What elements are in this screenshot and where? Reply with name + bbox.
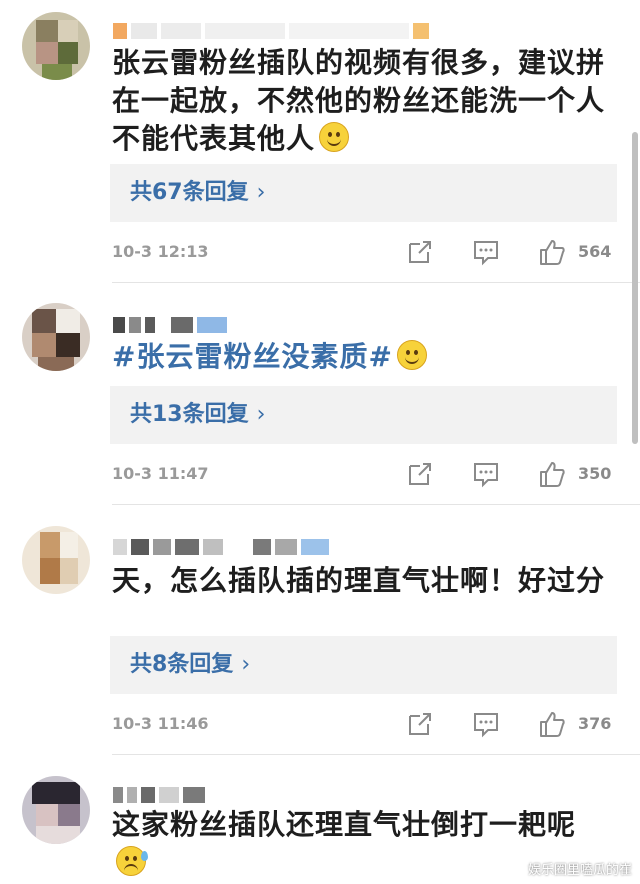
- scrollbar[interactable]: [632, 132, 638, 444]
- replies-label: 共13条回复: [130, 402, 249, 427]
- sweat-emoji-icon: [116, 846, 148, 876]
- divider: [112, 504, 640, 505]
- timestamp: 10-3 12:13: [112, 242, 209, 261]
- share-icon[interactable]: [406, 238, 434, 266]
- comment-text-content: 这家粉丝插队还理直气壮倒打一耙呢: [112, 808, 577, 841]
- share-icon[interactable]: [406, 710, 434, 738]
- comment-text: 张云雷粉丝插队的视频有很多，建议拼在一起放，不然他的粉丝还能洗一个人不能代表其他…: [112, 44, 612, 158]
- comment-icon[interactable]: [472, 238, 500, 266]
- smile-emoji-icon: [319, 122, 350, 152]
- avatar[interactable]: [22, 776, 90, 844]
- comment-meta: 10-3 11:47 350: [112, 460, 622, 490]
- smile-emoji-icon: [396, 340, 427, 370]
- like-count: 564: [578, 242, 612, 261]
- thumbs-up-icon[interactable]: [538, 238, 566, 266]
- username-blurred[interactable]: [113, 314, 227, 336]
- avatar[interactable]: [22, 12, 90, 80]
- username-blurred[interactable]: [113, 20, 429, 42]
- replies-button[interactable]: 共67条回复 ›: [110, 164, 617, 222]
- timestamp: 10-3 11:46: [112, 714, 209, 733]
- thumbs-up-icon[interactable]: [538, 460, 566, 488]
- thumbs-up-icon[interactable]: [538, 710, 566, 738]
- share-icon[interactable]: [406, 460, 434, 488]
- like-count: 376: [578, 714, 612, 733]
- divider: [112, 282, 640, 283]
- avatar[interactable]: [22, 303, 90, 371]
- replies-label: 共67条回复: [130, 180, 249, 205]
- watermark: 娱乐圈里嗑瓜的崔: [527, 863, 632, 878]
- timestamp: 10-3 11:47: [112, 464, 209, 483]
- comment-text-content: 天，怎么插队插的理直气壮啊！好过分: [112, 564, 606, 597]
- replies-label: 共8条回复: [130, 652, 234, 677]
- chevron-right-icon: ›: [256, 180, 266, 205]
- hashtag-link[interactable]: #张云雷粉丝没素质#: [112, 340, 393, 373]
- like-count: 350: [578, 464, 612, 483]
- comment-icon[interactable]: [472, 460, 500, 488]
- comment-text: 天，怎么插队插的理直气壮啊！好过分: [112, 562, 612, 600]
- username-blurred[interactable]: [113, 784, 205, 806]
- replies-button[interactable]: 共13条回复 ›: [110, 386, 617, 444]
- replies-button[interactable]: 共8条回复 ›: [110, 636, 617, 694]
- comment-meta: 10-3 12:13 564: [112, 238, 622, 268]
- chevron-right-icon: ›: [241, 652, 251, 677]
- comment-icon[interactable]: [472, 710, 500, 738]
- comment-text-content: 张云雷粉丝插队的视频有很多，建议拼在一起放，不然他的粉丝还能洗一个人不能代表其他…: [112, 46, 606, 155]
- avatar[interactable]: [22, 526, 90, 594]
- username-blurred[interactable]: [113, 536, 329, 558]
- comment-text: #张云雷粉丝没素质#: [112, 338, 612, 376]
- divider: [112, 754, 640, 755]
- comment-meta: 10-3 11:46 376: [112, 710, 622, 740]
- chevron-right-icon: ›: [256, 402, 266, 427]
